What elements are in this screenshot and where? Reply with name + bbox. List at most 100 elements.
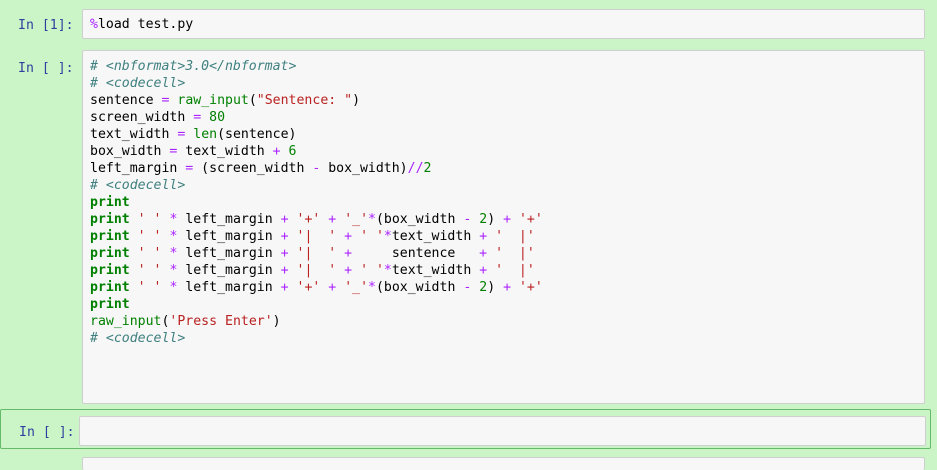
- code-line: print: [90, 194, 917, 211]
- code-text: (sentence): [217, 127, 297, 142]
- cell-prompt: In [ ]:: [19, 425, 75, 440]
- code-string: ' ': [137, 280, 162, 295]
- code-text: (screen_width: [193, 161, 313, 176]
- code-text: text_width: [90, 127, 178, 142]
- code-line: # <codecell>: [90, 330, 917, 347]
- code-text: load test.py: [97, 17, 194, 32]
- code-line: print ' ' * left_margin + '| ' + ' '*tex…: [90, 228, 917, 245]
- code-text: ): [487, 212, 504, 227]
- code-string: 'Press Enter': [169, 314, 273, 329]
- code-operator: *: [383, 229, 392, 244]
- code-text: ): [272, 314, 281, 329]
- code-text: box_width: [90, 144, 170, 159]
- code-text: sentence: [352, 246, 480, 261]
- code-string: ' ': [360, 229, 384, 244]
- code-text: box_width): [320, 161, 408, 176]
- code-text: (box_width: [375, 212, 464, 227]
- code-builtin: raw_input: [177, 93, 249, 108]
- code-text: sentence: [90, 93, 162, 108]
- code-operator: +: [344, 263, 353, 278]
- code-string: '+': [296, 212, 321, 227]
- code-operator: +: [503, 280, 512, 295]
- notebook-cell-selected[interactable]: In [ ]:: [0, 409, 931, 449]
- code-editor-empty[interactable]: [79, 416, 926, 446]
- code-number: 2: [479, 280, 488, 295]
- code-string: '+': [296, 280, 321, 295]
- code-line: # <codecell>: [90, 75, 917, 92]
- code-string: '| ': [296, 246, 337, 261]
- code-operator: +: [503, 212, 512, 227]
- code-text: (box_width: [375, 280, 464, 295]
- code-comment: # <nbformat>3.0</nbformat>: [90, 59, 297, 74]
- code-string: "Sentence: ": [256, 93, 353, 108]
- code-comment: # <codecell>: [90, 178, 186, 193]
- code-text: left_margin: [177, 212, 281, 227]
- code-line: print: [90, 296, 917, 313]
- code-operator: +: [280, 229, 289, 244]
- notebook-cell-2[interactable]: In [ ]: # <nbformat>3.0</nbformat> # <cod…: [4, 50, 933, 405]
- code-line: box_width = text_width + 6: [90, 143, 917, 160]
- code-operator: *: [383, 263, 392, 278]
- code-string: ' ': [137, 212, 162, 227]
- notebook-cell-next[interactable]: [4, 455, 933, 470]
- code-text: left_margin: [177, 246, 281, 261]
- code-operator: =: [193, 110, 202, 125]
- code-string: ' |': [495, 229, 535, 244]
- code-keyword: print: [90, 246, 130, 261]
- code-operator: *: [368, 280, 376, 295]
- code-operator: +: [479, 229, 488, 244]
- code-number: 2: [423, 161, 432, 176]
- code-text: left_margin: [177, 280, 281, 295]
- code-line: screen_width = 80: [90, 109, 917, 126]
- code-operator: +: [344, 229, 353, 244]
- code-editor[interactable]: %load test.py: [82, 9, 925, 39]
- cell-prompt: In [ ]:: [18, 61, 74, 76]
- code-string: ' ': [137, 263, 162, 278]
- code-number: 80: [209, 110, 226, 125]
- code-operator: //: [407, 161, 424, 176]
- code-keyword: print: [90, 297, 130, 312]
- code-builtin: len: [193, 127, 218, 142]
- code-operator: +: [344, 246, 353, 261]
- code-operator: +: [280, 246, 289, 261]
- notebook-cell-1[interactable]: In [1]: %load test.py: [4, 8, 933, 42]
- code-keyword: print: [90, 263, 130, 278]
- code-string: ' ': [137, 246, 162, 261]
- code-line: left_margin = (screen_width - box_width)…: [90, 160, 917, 177]
- code-string: '| ': [296, 229, 337, 244]
- code-operator: +: [272, 144, 281, 159]
- code-number: 6: [288, 144, 297, 159]
- code-line: print ' ' * left_margin + '| ' + sentenc…: [90, 245, 917, 262]
- code-string: ' |': [495, 246, 535, 261]
- code-editor[interactable]: # <nbformat>3.0</nbformat> # <codecell> se…: [82, 50, 925, 404]
- cell-prompt: In [1]:: [18, 18, 74, 33]
- code-operator: +: [280, 263, 289, 278]
- code-operator: *: [368, 212, 376, 227]
- code-text: text_width: [177, 144, 273, 159]
- code-editor[interactable]: [82, 457, 925, 470]
- code-line: text_width = len(sentence): [90, 126, 917, 143]
- code-line: print ' ' * left_margin + '| ' + ' '*tex…: [90, 262, 917, 279]
- code-line: print ' ' * left_margin + '+' + '_'*(box…: [90, 279, 917, 296]
- code-line: sentence = raw_input("Sentence: "): [90, 92, 917, 109]
- code-line: print ' ' * left_margin + '+' + '_'*(box…: [90, 211, 917, 228]
- code-text: text_width: [391, 229, 480, 244]
- code-comment: # <codecell>: [90, 331, 186, 346]
- code-operator: +: [479, 263, 488, 278]
